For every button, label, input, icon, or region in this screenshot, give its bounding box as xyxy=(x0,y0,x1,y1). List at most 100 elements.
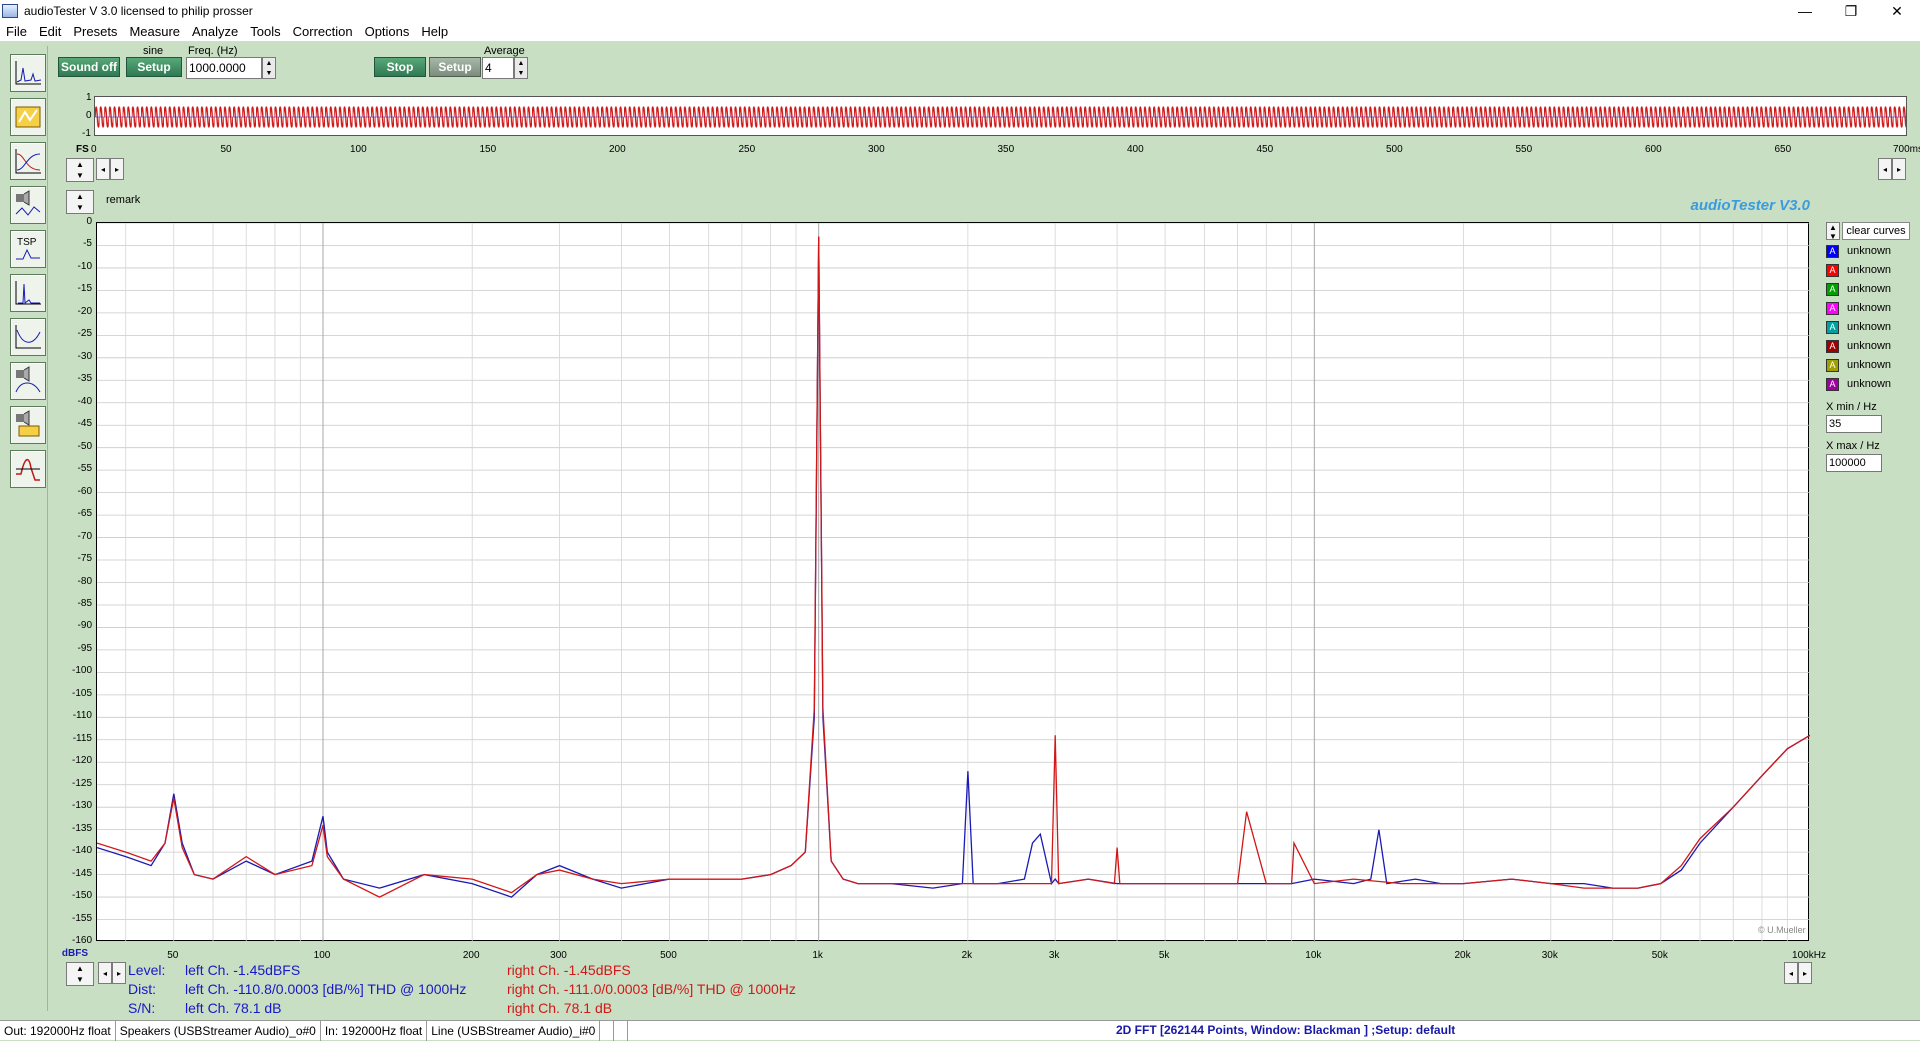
freq-label: Freq. (Hz) xyxy=(188,45,238,57)
y-tick-label: -160 xyxy=(71,935,92,946)
legend-entry[interactable]: Aunknown xyxy=(1826,299,1891,317)
scope-y-mid: 0 xyxy=(86,110,92,121)
right-sn-readout: right Ch. 78.1 dB xyxy=(507,1000,613,1016)
status-bar: Out: 192000Hz float Speakers (USBStreame… xyxy=(0,1020,1920,1041)
curve-color-swatch[interactable]: A xyxy=(1826,282,1839,296)
scope-zoom-spinner[interactable]: ▲ ▼ xyxy=(66,158,94,182)
tsp-button[interactable]: TSP xyxy=(10,230,46,268)
y-tick-label: -35 xyxy=(77,373,92,385)
scope-x-tick: 50 xyxy=(220,144,232,155)
waterfall-button[interactable] xyxy=(10,318,46,356)
x-scroll-left[interactable]: ◂ xyxy=(1784,962,1798,984)
scope-scroll-left[interactable]: ◂ xyxy=(96,158,110,180)
oscilloscope-button[interactable] xyxy=(10,98,46,136)
xmin-input[interactable] xyxy=(1826,415,1882,433)
menu-tools[interactable]: Tools xyxy=(244,24,286,39)
legend-entry[interactable]: Aunknown xyxy=(1826,356,1891,374)
x-tick-label: 50k xyxy=(1651,950,1668,961)
step-icon xyxy=(16,459,40,481)
legend-entry[interactable]: Aunknown xyxy=(1826,242,1891,260)
readout-spinner[interactable]: ▲ ▼ xyxy=(66,962,94,986)
curve-color-swatch[interactable]: A xyxy=(1826,301,1839,315)
y-tick-label: -70 xyxy=(77,530,92,542)
curve-color-swatch[interactable]: A xyxy=(1826,358,1839,372)
waveform-label[interactable]: sine xyxy=(143,45,163,57)
average-spinner[interactable]: ▲ ▼ xyxy=(514,57,528,79)
impulse-icon xyxy=(15,281,41,305)
menu-help[interactable]: Help xyxy=(415,24,454,39)
impulse-button[interactable] xyxy=(10,274,46,312)
status-output-device: Speakers (USBStreamer Audio)_o#0 xyxy=(116,1020,321,1041)
y-tick-label: -30 xyxy=(77,350,92,362)
speaker-measure-button[interactable] xyxy=(10,186,46,224)
average-input[interactable] xyxy=(482,57,514,79)
status-fft-info: 2D FFT [262144 Points, Window: Blackman … xyxy=(1116,1023,1456,1037)
step-response-button[interactable] xyxy=(10,450,46,488)
y-tick-label: -75 xyxy=(77,553,92,565)
readout-scroll-left[interactable]: ◂ xyxy=(98,962,112,984)
legend-entry[interactable]: Aunknown xyxy=(1826,318,1891,336)
scope-y-top: 1 xyxy=(86,92,92,103)
y-tick-label: -15 xyxy=(77,283,92,295)
clear-curves-button[interactable]: clear curves xyxy=(1842,222,1910,240)
curve-color-swatch[interactable]: A xyxy=(1826,377,1839,391)
response-icon xyxy=(15,149,41,174)
x-scroll-right[interactable]: ▸ xyxy=(1798,962,1812,984)
title-bar: audioTester V 3.0 licensed to philip pro… xyxy=(0,0,1920,22)
readout-scroll-right[interactable]: ▸ xyxy=(112,962,126,984)
menu-correction[interactable]: Correction xyxy=(287,24,359,39)
legend-label: unknown xyxy=(1847,283,1892,295)
legend-entry[interactable]: Aunknown xyxy=(1826,280,1891,298)
frequency-spinner[interactable]: ▲ ▼ xyxy=(262,57,276,79)
generator-setup-button[interactable]: Setup xyxy=(126,57,182,77)
y-tick-label: -120 xyxy=(71,755,92,767)
filter-button[interactable] xyxy=(10,362,46,400)
y-tick-label: -60 xyxy=(77,485,92,497)
curve-color-swatch[interactable]: A xyxy=(1826,339,1839,353)
scope-scroll-right[interactable]: ▸ xyxy=(110,158,124,180)
sound-off-button[interactable]: Sound off xyxy=(58,57,120,77)
stop-button[interactable]: Stop xyxy=(374,57,426,77)
menu-analyze[interactable]: Analyze xyxy=(186,24,244,39)
legend-label: unknown xyxy=(1847,264,1892,276)
curve-color-swatch[interactable]: A xyxy=(1826,320,1839,334)
menu-file[interactable]: File xyxy=(0,24,33,39)
distortion-button[interactable] xyxy=(10,406,46,444)
remark-text[interactable]: remark xyxy=(106,194,140,206)
window-title: audioTester V 3.0 licensed to philip pro… xyxy=(24,4,253,18)
scope-plot[interactable] xyxy=(94,96,1907,136)
scope-end-left[interactable]: ◂ xyxy=(1878,158,1892,180)
y-tick-label: -135 xyxy=(71,822,92,834)
analyzer-setup-button[interactable]: Setup xyxy=(429,57,481,77)
frequency-response-button[interactable] xyxy=(10,142,46,180)
y-tick-label: -115 xyxy=(72,732,92,744)
restore-button[interactable]: ❐ xyxy=(1828,0,1874,22)
scope-x-tick: 700ms xyxy=(1893,144,1920,155)
scope-end-right[interactable]: ▸ xyxy=(1892,158,1906,180)
legend-entry[interactable]: Aunknown xyxy=(1826,337,1891,355)
menu-measure[interactable]: Measure xyxy=(123,24,186,39)
minimize-button[interactable]: — xyxy=(1782,0,1828,22)
fft-mode-button[interactable] xyxy=(10,54,46,92)
y-tick-label: -105 xyxy=(71,687,92,699)
menu-presets[interactable]: Presets xyxy=(67,24,123,39)
scope-x-tick: 100 xyxy=(350,144,367,155)
curve-color-swatch[interactable]: A xyxy=(1826,244,1839,258)
fft-plot[interactable] xyxy=(96,222,1811,943)
menu-edit[interactable]: Edit xyxy=(33,24,67,39)
left-toolbar: TSP xyxy=(4,46,48,1011)
close-button[interactable]: ✕ xyxy=(1874,0,1920,22)
y-tick-label: -45 xyxy=(77,418,92,430)
legend-spinner[interactable]: ▲ ▼ xyxy=(1826,222,1840,241)
frequency-input[interactable] xyxy=(186,57,262,79)
legend-entry[interactable]: Aunknown xyxy=(1826,261,1891,279)
xmax-input[interactable] xyxy=(1826,454,1882,472)
x-tick-label: 100kHz xyxy=(1792,950,1826,961)
y-zoom-spinner[interactable]: ▲ ▼ xyxy=(66,190,94,214)
legend-entry[interactable]: Aunknown xyxy=(1826,375,1891,393)
curve-color-swatch[interactable]: A xyxy=(1826,263,1839,277)
y-tick-label: -50 xyxy=(77,440,92,452)
fs-label: FS xyxy=(76,144,89,155)
x-tick-label: 200 xyxy=(462,950,480,961)
menu-options[interactable]: Options xyxy=(359,24,416,39)
